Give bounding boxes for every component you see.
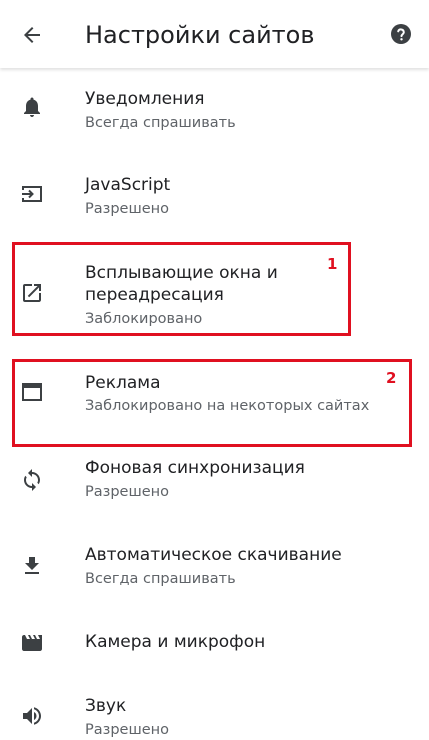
- setting-label: JavaScript: [85, 175, 171, 195]
- setting-status: Разрешено: [85, 484, 170, 500]
- setting-sound[interactable]: Звук Разрешено: [0, 692, 429, 740]
- sync-icon: [17, 465, 47, 495]
- setting-label: Фоновая синхронизация: [85, 458, 305, 478]
- volume-icon: [17, 701, 47, 731]
- bell-icon: [17, 92, 47, 122]
- setting-camera-mic[interactable]: Камера и микрофон: [0, 626, 429, 666]
- setting-notifications[interactable]: Уведомления Всегда спрашивать: [0, 82, 429, 142]
- setting-label: Автоматическое скачивание: [85, 545, 342, 565]
- setting-javascript[interactable]: JavaScript Разрешено: [0, 168, 429, 228]
- setting-status: Разрешено: [85, 201, 170, 217]
- setting-label: Звук: [85, 696, 127, 716]
- annotation-box-1: [12, 242, 351, 336]
- help-circle-icon: [391, 24, 411, 44]
- download-icon: [17, 551, 47, 581]
- setting-background-sync[interactable]: Фоновая синхронизация Разрешено: [0, 454, 429, 514]
- setting-status: Всегда спрашивать: [85, 115, 236, 131]
- camera-icon: [17, 628, 47, 658]
- setting-status: Всегда спрашивать: [85, 571, 236, 587]
- setting-label: Камера и микрофон: [85, 632, 266, 652]
- arrow-back-icon: [24, 27, 40, 43]
- annotation-box-2: [12, 359, 412, 447]
- app-bar: Настройки сайтов: [0, 0, 429, 68]
- help-button[interactable]: [386, 19, 416, 49]
- annotation-number-1: 1: [327, 255, 338, 273]
- setting-auto-download[interactable]: Автоматическое скачивание Всегда спрашив…: [0, 541, 429, 601]
- javascript-icon: [17, 179, 47, 209]
- setting-label: Уведомления: [85, 89, 205, 109]
- annotation-number-2: 2: [386, 369, 397, 387]
- back-button[interactable]: [14, 17, 50, 53]
- setting-status: Разрешено: [85, 722, 170, 738]
- page-title: Настройки сайтов: [85, 21, 315, 49]
